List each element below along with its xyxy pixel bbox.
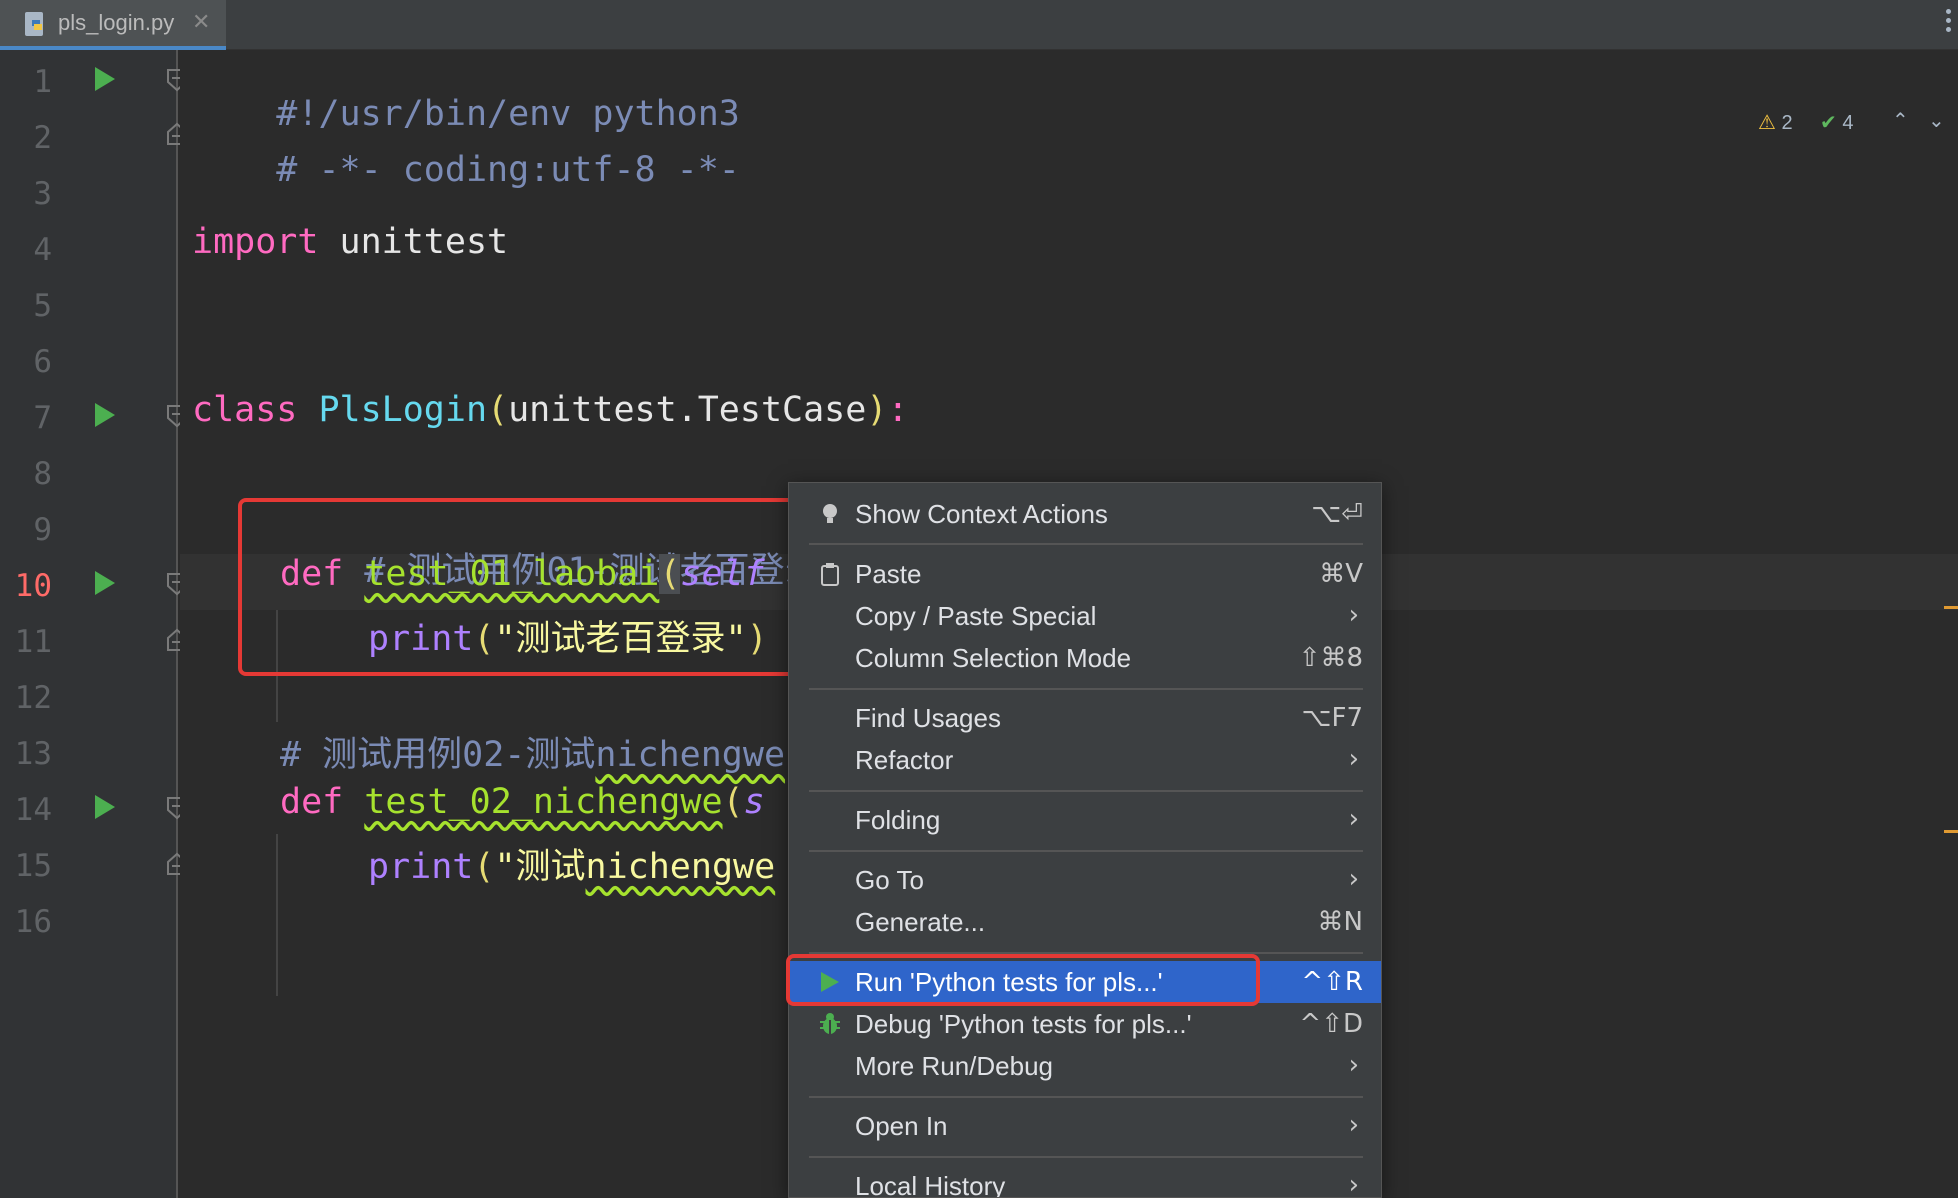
line-number: 2: [33, 120, 52, 156]
colon: :: [887, 390, 909, 430]
debug-bug-icon: [820, 1013, 840, 1034]
menu-item-debug-python-tests[interactable]: Debug 'Python tests for pls...' ^⇧D: [789, 1003, 1381, 1045]
menu-separator: [809, 790, 1363, 792]
menu-item-local-history[interactable]: Local History ›: [789, 1165, 1381, 1198]
menu-item-folding[interactable]: Folding ›: [789, 799, 1381, 841]
keyword-import: import: [192, 222, 319, 262]
code-line[interactable]: class PlsLogin(unittest.TestCase):: [192, 390, 908, 446]
test-comment-typo: nichengwe: [595, 735, 786, 775]
line-gutter: 1 2 3 4 5 6 7 8 9 10 11 12 13 14 15 16: [0, 50, 187, 1198]
line-number: 14: [14, 792, 52, 828]
run-gutter-icon[interactable]: [94, 794, 116, 820]
keyword-class: class: [192, 390, 298, 430]
run-gutter-icon[interactable]: [94, 402, 116, 428]
annotation-highlight-box: [238, 498, 822, 676]
menu-separator: [809, 1096, 1363, 1098]
editor-tab-bar: pls_login.py ✕: [0, 0, 1958, 50]
check-icon: ✔: [1820, 112, 1837, 134]
menu-item-copy-paste-special[interactable]: Copy / Paste Special ›: [789, 595, 1381, 637]
menu-separator: [809, 543, 1363, 545]
line-number: 3: [33, 176, 52, 212]
module-name: unittest: [318, 222, 509, 262]
string-literal-typo: nichengwe: [585, 847, 776, 887]
submenu-arrow-icon: ›: [1348, 864, 1359, 894]
indent-guide: [276, 834, 278, 996]
paren: (: [473, 847, 495, 887]
self-param: s: [743, 782, 765, 822]
run-gutter-icon[interactable]: [94, 570, 116, 596]
line-number: 9: [33, 512, 52, 548]
test-comment: # 测试用例02-测试: [280, 735, 596, 775]
line-number: 15: [14, 848, 52, 884]
class-name: PlsLogin: [318, 390, 488, 430]
string-literal: "测试: [494, 847, 586, 887]
line-number: 7: [33, 400, 52, 436]
previous-highlight-icon[interactable]: ⌃: [1892, 108, 1909, 133]
line-number: 1: [33, 64, 52, 100]
line-number: 6: [33, 344, 52, 380]
menu-item-find-usages[interactable]: Find Usages ⌥F7: [789, 697, 1381, 739]
code-line[interactable]: # 测试用例02-测试nichengwe: [280, 726, 785, 782]
paren: (: [487, 390, 509, 430]
menu-item-generate[interactable]: Generate... ⌘N: [789, 901, 1381, 943]
inspection-widget[interactable]: ⚠ 2 ✔ 4 ⌃ ⌄: [1758, 110, 1958, 140]
submenu-arrow-icon: ›: [1348, 744, 1359, 774]
warning-count[interactable]: ⚠ 2: [1758, 110, 1793, 135]
menu-item-go-to[interactable]: Go To ›: [789, 859, 1381, 901]
close-tab-icon[interactable]: ✕: [192, 10, 210, 35]
line-number: 4: [33, 232, 52, 268]
python-file-icon: [25, 12, 43, 36]
line-number: 8: [33, 456, 52, 492]
annotation-highlight-box: [786, 954, 1260, 1006]
submenu-arrow-icon: ›: [1348, 1170, 1359, 1198]
menu-item-refactor[interactable]: Refactor ›: [789, 739, 1381, 781]
menu-item-open-in[interactable]: Open In ›: [789, 1105, 1381, 1147]
builtin-print: print: [368, 847, 474, 887]
scrollbar-marker[interactable]: [1944, 606, 1958, 609]
menu-item-paste[interactable]: Paste ⌘V: [789, 553, 1381, 595]
next-highlight-icon[interactable]: ⌄: [1928, 108, 1945, 133]
menu-item-column-selection-mode[interactable]: Column Selection Mode ⇧⌘8: [789, 637, 1381, 679]
code-line[interactable]: def test_02_nichengwe(s: [280, 782, 765, 838]
warning-icon: ⚠: [1758, 112, 1776, 134]
paren: ): [866, 390, 888, 430]
line-number: 11: [14, 624, 52, 660]
submenu-arrow-icon: ›: [1348, 600, 1359, 630]
scrollbar-marker[interactable]: [1944, 830, 1958, 833]
keyword-def: def: [280, 782, 344, 822]
code-line[interactable]: print("测试nichengwe: [368, 838, 775, 894]
menu-separator: [809, 1156, 1363, 1158]
editor-context-menu: Show Context Actions ⌥⏎ Paste ⌘V Copy / …: [788, 482, 1382, 1198]
line-number: 5: [33, 288, 52, 324]
menu-separator: [809, 688, 1363, 690]
clipboard-icon: [821, 563, 839, 586]
menu-item-show-context-actions[interactable]: Show Context Actions ⌥⏎: [789, 493, 1381, 535]
base-class: unittest.TestCase: [508, 390, 867, 430]
line-number: 16: [14, 904, 52, 940]
lightbulb-icon: [823, 504, 837, 523]
paren: (: [722, 782, 744, 822]
tab-filename: pls_login.py: [58, 10, 175, 35]
code-line[interactable]: import unittest: [192, 222, 508, 278]
submenu-arrow-icon: ›: [1348, 1050, 1359, 1080]
check-count[interactable]: ✔ 4: [1820, 110, 1853, 135]
function-name: test_02_nichengwe: [364, 782, 723, 822]
menu-item-more-run-debug[interactable]: More Run/Debug ›: [789, 1045, 1381, 1087]
code-line[interactable]: # -*- coding:utf-8 -*-: [192, 110, 740, 190]
line-number: 13: [14, 736, 52, 772]
more-options-icon[interactable]: [1944, 6, 1952, 40]
submenu-arrow-icon: ›: [1348, 1110, 1359, 1140]
encoding-comment: # -*- coding:utf-8 -*-: [276, 150, 740, 190]
file-tab[interactable]: pls_login.py ✕: [0, 0, 226, 50]
run-gutter-icon[interactable]: [94, 66, 116, 92]
line-number-active: 10: [14, 568, 52, 604]
code-line[interactable]: #!/usr/bin/env python3: [192, 54, 740, 134]
submenu-arrow-icon: ›: [1348, 804, 1359, 834]
menu-separator: [809, 850, 1363, 852]
line-number: 12: [14, 680, 52, 716]
